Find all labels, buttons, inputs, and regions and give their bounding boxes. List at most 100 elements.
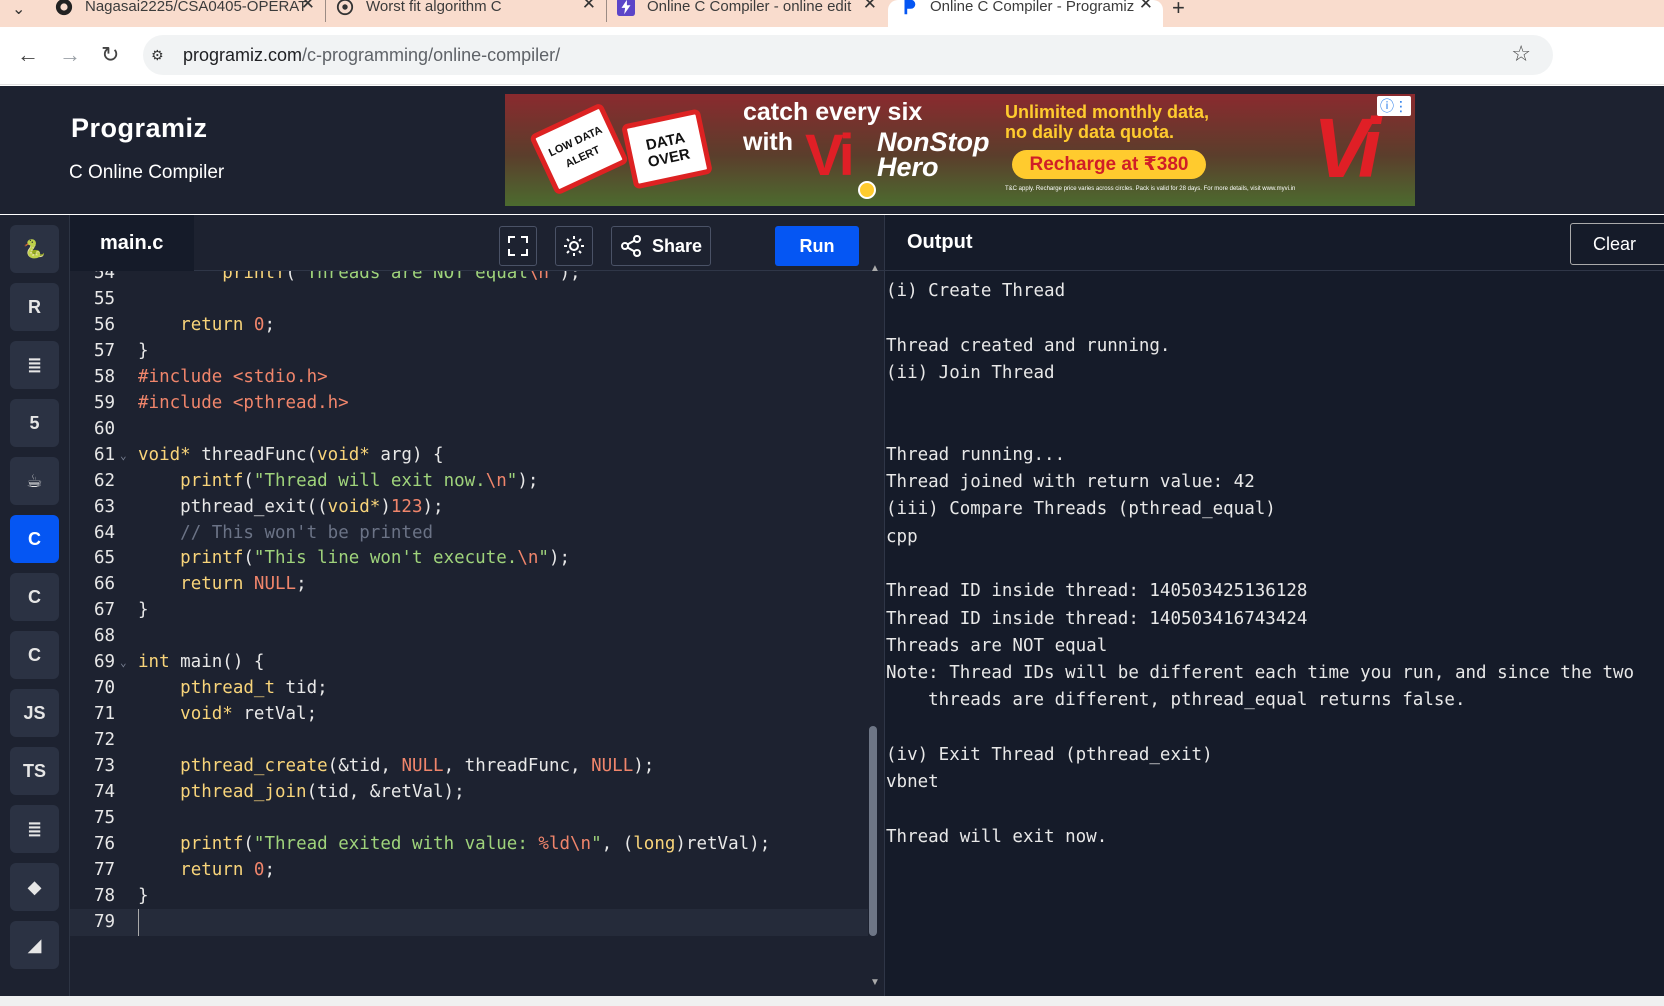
line-number: 66	[94, 574, 116, 595]
share-button[interactable]: Share	[611, 226, 711, 266]
close-tab-icon[interactable]: ✕	[1139, 0, 1153, 14]
line-number: 71	[94, 704, 116, 725]
output-line: Thread running...	[886, 444, 1066, 465]
sidebar-lang-java-icon[interactable]: ☕	[10, 457, 59, 505]
code-line: 76 printf("Thread exited with value: %ld…	[70, 831, 884, 859]
code-text: printf("This line won't execute.\n");	[180, 548, 571, 569]
programiz-icon	[904, 0, 916, 14]
bolt-icon	[617, 0, 635, 16]
data-over-sign: DATA OVER	[621, 108, 713, 190]
programiz-logo[interactable]: Programiz	[71, 113, 208, 144]
advertisement-banner[interactable]: LOW DATA ALERT DATA OVER catch every six…	[505, 94, 1415, 206]
line-number: 55	[94, 288, 116, 309]
line-number: 64	[94, 522, 116, 543]
code-line: 67}	[70, 597, 884, 625]
sidebar-lang-html-icon[interactable]: 5	[10, 399, 59, 447]
theme-toggle-sun-icon[interactable]	[555, 226, 593, 266]
code-line: 68​	[70, 623, 884, 651]
browser-tab-1[interactable]: Nagasai2225/CSA0405-OPERAT ✕	[55, 0, 325, 27]
close-tab-icon[interactable]: ✕	[301, 0, 315, 14]
sidebar-lang-r-icon[interactable]: R	[10, 283, 59, 331]
code-line: 57}	[70, 338, 884, 366]
ad-info-icon[interactable]: ⓘ⋮	[1377, 96, 1411, 116]
tab-title: Online C Compiler - online edit	[647, 0, 852, 15]
code-text: ​	[138, 908, 139, 937]
sidebar-lang-sql-icon[interactable]: ≣	[10, 341, 59, 389]
close-tab-icon[interactable]: ✕	[582, 0, 596, 14]
sidebar-lang-cpp-icon[interactable]: C	[10, 573, 59, 621]
sidebar-lang-swift-icon[interactable]: ≣	[10, 805, 59, 853]
run-button[interactable]: Run	[775, 226, 859, 266]
output-line: (iii) Compare Threads (pthread_equal)	[886, 499, 1276, 520]
openai-icon	[336, 0, 354, 15]
sidebar-lang-csharp-icon[interactable]: C	[10, 631, 59, 679]
code-text: pthread_exit((void*)123);	[138, 496, 444, 517]
sidebar-lang-dart-icon[interactable]: ◆	[10, 863, 59, 911]
site-header: Programiz C Online Compiler LOW DATA ALE…	[0, 86, 1664, 214]
output-line: ​	[885, 797, 1664, 824]
github-icon	[55, 0, 73, 15]
scroll-up-icon[interactable]: ▲	[870, 263, 880, 274]
output-line: vbnet	[886, 772, 939, 793]
code-text: }	[138, 340, 149, 361]
code-line: 60​	[70, 416, 884, 444]
output-line: (iv) Exit Thread (pthread_exit)	[886, 745, 1213, 766]
output-line: Thread created and running.	[886, 335, 1171, 356]
output-text[interactable]: (i) Create Thread ​ Thread created and run…	[885, 271, 1664, 851]
new-tab-button[interactable]: +	[1172, 0, 1202, 27]
sidebar-lang-js-icon[interactable]: JS	[10, 689, 59, 737]
fold-chevron-icon[interactable]: ⌄	[120, 442, 127, 470]
back-icon[interactable]: ←	[17, 42, 39, 68]
code-text: }	[138, 600, 149, 621]
ad-dot	[858, 181, 876, 199]
output-line: Threads are NOT equal	[886, 635, 1108, 656]
editor-scroll-thumb[interactable]	[869, 726, 877, 936]
low-data-sign: LOW DATA ALERT	[528, 102, 630, 196]
language-sidebar: 🐍 R ≣ 5 ☕ C C C JS TS ≣ ◆ ◢	[0, 215, 70, 1006]
line-number: 67	[94, 600, 116, 621]
file-tab-main-c[interactable]: main.c	[70, 215, 194, 271]
site-settings-icon[interactable]: ⚙	[151, 47, 173, 64]
code-line: 74 pthread_join(tid, &retVal);	[70, 779, 884, 807]
line-number: 78	[94, 885, 116, 906]
line-number: 68	[94, 626, 116, 647]
code-line: 77 return 0;	[70, 857, 884, 885]
code-line: 63 pthread_exit((void*)123);	[70, 494, 884, 522]
code-line: 55​	[70, 286, 884, 314]
ad-fineprint: T&C apply. Recharge price varies across …	[1005, 186, 1296, 192]
reload-icon[interactable]: ↻	[101, 42, 119, 68]
vi-big-logo: Vi	[1313, 101, 1381, 195]
fullscreen-icon[interactable]	[499, 226, 537, 266]
browser-tab-bar: ⌄ Nagasai2225/CSA0405-OPERAT ✕ Worst fit…	[0, 0, 1664, 27]
sidebar-lang-ts-icon[interactable]: TS	[10, 747, 59, 795]
close-tab-icon[interactable]: ✕	[863, 0, 877, 14]
fold-chevron-icon[interactable]: ⌄	[120, 649, 127, 677]
tab-list-button[interactable]: ⌄	[12, 0, 42, 27]
line-number: 56	[94, 314, 116, 335]
code-text: printf("Thread will exit now.\n");	[180, 470, 539, 491]
share-icon	[620, 235, 641, 257]
ad-cta[interactable]: Recharge at ₹380	[1012, 150, 1206, 179]
line-number: 77	[94, 859, 116, 880]
ad-line2: with	[743, 128, 793, 156]
output-line: Note: Thread IDs will be different each …	[886, 663, 1635, 684]
sidebar-lang-python-icon[interactable]: 🐍	[10, 225, 59, 273]
tab-separator	[325, 0, 326, 22]
line-number: 79	[94, 911, 116, 932]
url-field[interactable]: ⚙ programiz.com/c-programming/online-com…	[143, 35, 1553, 75]
bookmark-star-icon[interactable]: ☆	[1511, 41, 1531, 67]
browser-tab-4[interactable]: Online C Compiler - Programiz ✕	[888, 0, 1163, 27]
code-line: 71 void* retVal;	[70, 701, 884, 729]
forward-icon[interactable]: →	[59, 42, 81, 68]
sidebar-lang-c-icon[interactable]: C	[10, 515, 59, 563]
sidebar-lang-more-icon[interactable]: ◢	[10, 921, 59, 969]
line-number: 59	[94, 392, 116, 413]
browser-tab-3[interactable]: Online C Compiler - online edit ✕	[617, 0, 887, 27]
ad-promo: Unlimited monthly data, no daily data qu…	[1005, 102, 1210, 142]
browser-tab-2[interactable]: Worst fit algorithm C ✕	[336, 0, 606, 27]
code-line: 69 ⌄ int main() {	[70, 649, 884, 677]
output-panel: Output Clear (i) Create Thread ​ Thread cr…	[884, 215, 1664, 1006]
clear-button[interactable]: Clear	[1570, 223, 1664, 265]
code-editor[interactable]: 54 printf("Threads are NOT equal\n");55​…	[70, 271, 884, 996]
scroll-down-icon[interactable]: ▼	[870, 977, 880, 988]
